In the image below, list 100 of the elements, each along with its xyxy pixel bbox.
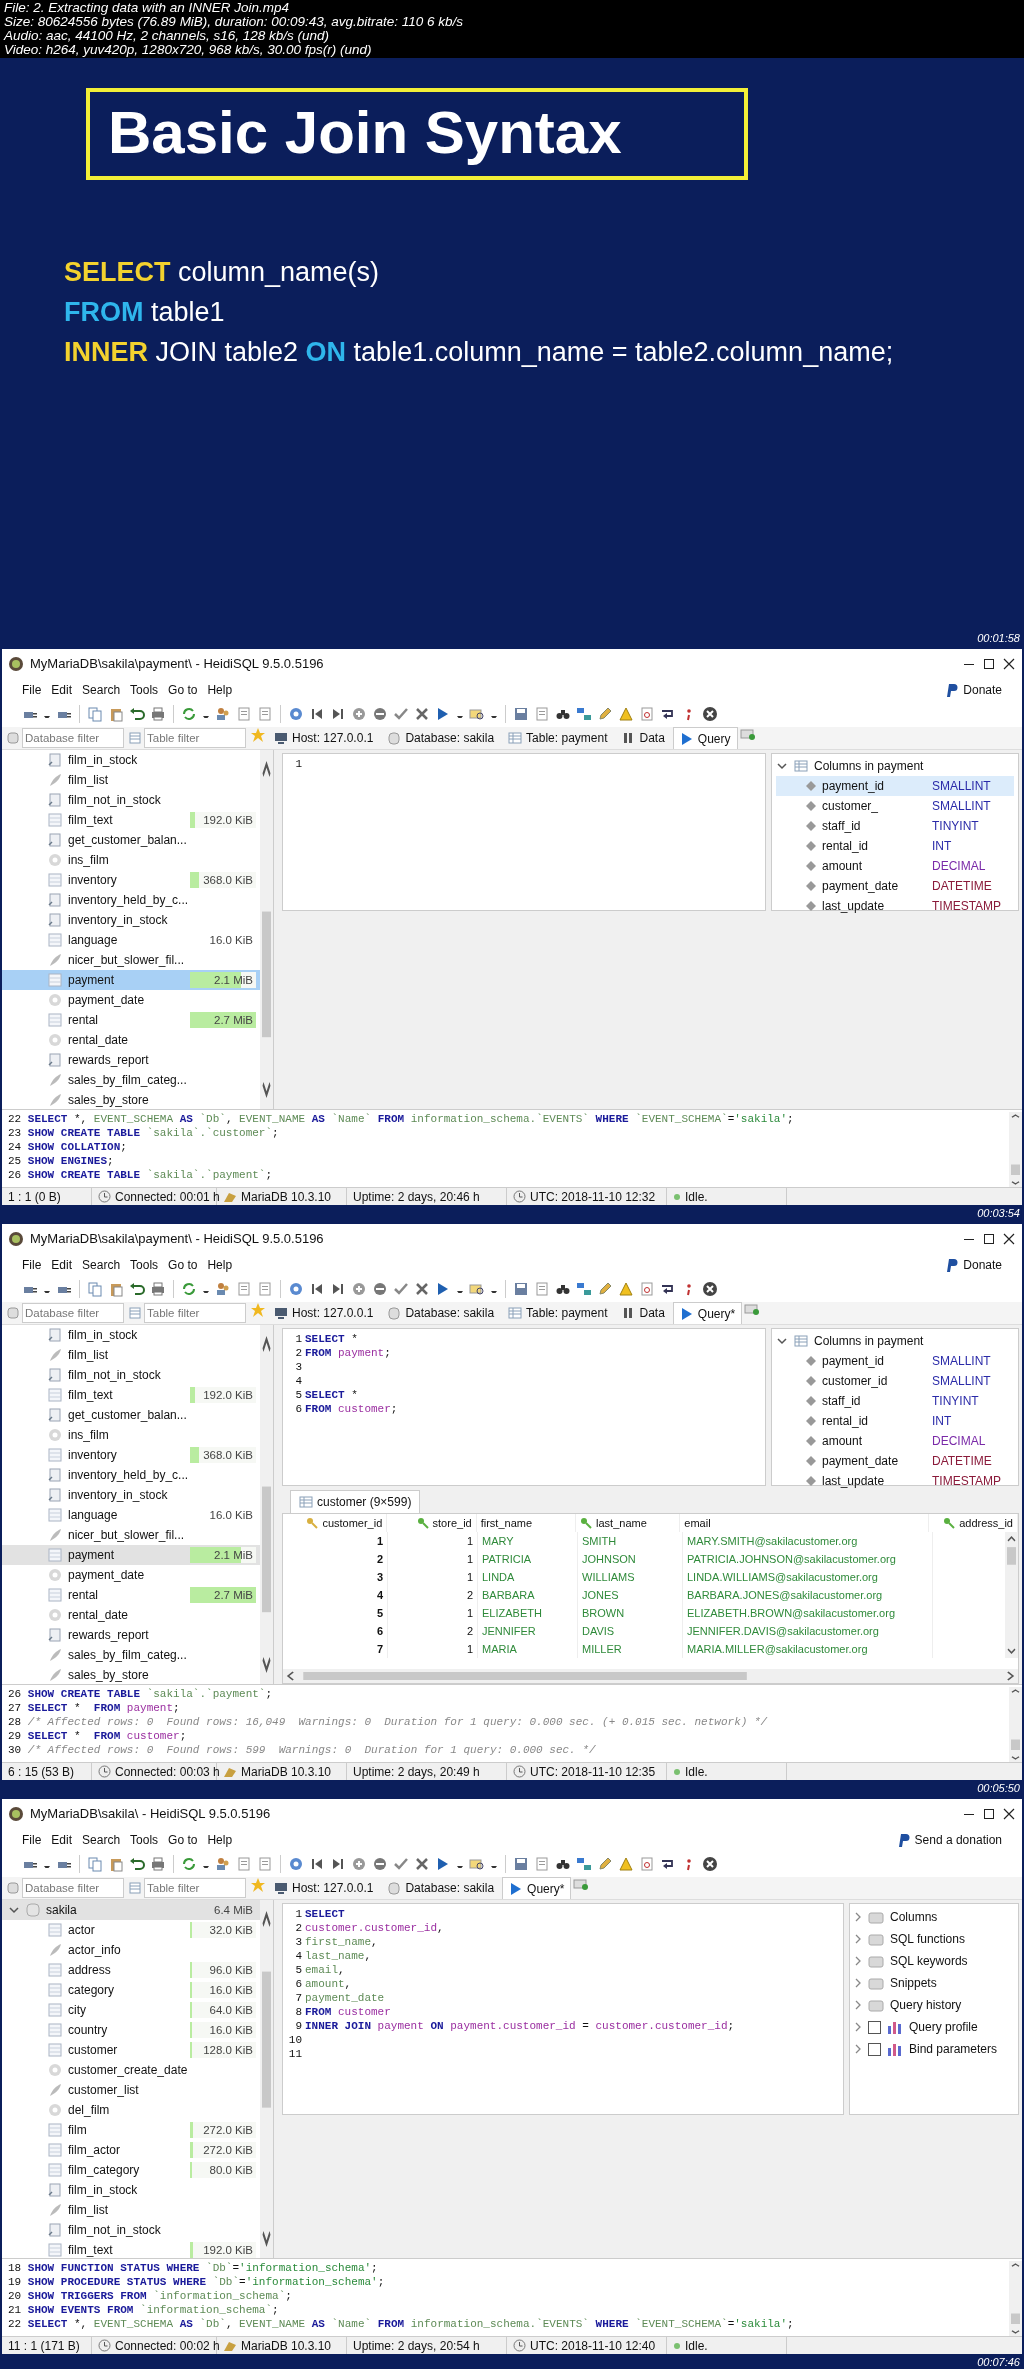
skip-back-icon[interactable] (309, 1856, 325, 1872)
column-row[interactable]: last_update TIMESTAMP (776, 1471, 1014, 1491)
object-name[interactable]: film_not_in_stock (68, 1366, 260, 1384)
tree-row[interactable]: sales_by_film_categ... (2, 1645, 260, 1665)
tree-row[interactable]: film_in_stock (2, 750, 260, 770)
tab[interactable]: Host: 127.0.0.1 (268, 1877, 380, 1899)
tab[interactable]: Query (672, 727, 738, 749)
warning-icon[interactable] (618, 706, 634, 722)
undo-icon[interactable] (129, 1856, 145, 1872)
help-icon[interactable] (288, 1856, 304, 1872)
skip-forward-icon[interactable] (330, 706, 346, 722)
tree-row[interactable]: actor 32.0 KiB (2, 1920, 260, 1940)
chevron-icon[interactable] (854, 2000, 862, 2010)
skip-forward-icon[interactable] (330, 1856, 346, 1872)
pencil-icon[interactable] (597, 1281, 613, 1297)
add-icon[interactable] (351, 706, 367, 722)
document-icon[interactable] (236, 1856, 252, 1872)
tree-row[interactable]: film_category 80.0 KiB (2, 2160, 260, 2180)
object-name[interactable]: inventory_in_stock (68, 1486, 260, 1504)
menu-item[interactable]: File (22, 1256, 42, 1274)
column-row[interactable]: rental_id INT (776, 836, 1014, 856)
column-row[interactable]: payment_date DATETIME (776, 1451, 1014, 1471)
donate-link[interactable]: Send a donation (914, 1831, 1002, 1849)
tree-row[interactable]: nicer_but_slower_fil... (2, 1525, 260, 1545)
new-tab-icon[interactable] (739, 727, 756, 741)
column-row[interactable]: customer_id SMALLINT (776, 1371, 1014, 1391)
pencil-icon[interactable] (597, 1856, 613, 1872)
menu-item[interactable]: Go to (168, 681, 198, 699)
menu-item[interactable]: Search (82, 1256, 121, 1274)
checkbox[interactable] (868, 2042, 881, 2056)
add-icon[interactable] (351, 1281, 367, 1297)
helper-item[interactable]: Snippets (890, 1974, 937, 1992)
refresh-icon[interactable] (181, 706, 197, 722)
column-name[interactable]: last_update (822, 897, 926, 915)
tree-row[interactable]: get_customer_balan... (2, 830, 260, 850)
check-icon[interactable] (393, 1281, 409, 1297)
menu-item[interactable]: Search (82, 681, 121, 699)
menu-item[interactable]: Help (207, 1256, 233, 1274)
column-name[interactable]: payment_date (822, 1452, 926, 1470)
object-name[interactable]: film_category (68, 2161, 185, 2179)
chevron-icon[interactable] (854, 1912, 862, 1922)
stop-icon[interactable] (702, 1856, 718, 1872)
document-icon[interactable] (534, 706, 550, 722)
menu-item[interactable]: Help (207, 1831, 233, 1849)
printer-icon[interactable] (150, 706, 166, 722)
tree-row[interactable]: film_list (2, 1345, 260, 1365)
object-name[interactable]: city (68, 2001, 185, 2019)
object-name[interactable]: del_film (68, 2101, 260, 2119)
tree-row[interactable]: payment 2.1 MiB (2, 970, 260, 990)
object-name[interactable]: film_text (68, 811, 185, 829)
donate-link[interactable]: Donate (963, 681, 1002, 699)
tree-row[interactable]: film_not_in_stock (2, 2220, 260, 2240)
object-name[interactable]: film_not_in_stock (68, 2221, 260, 2239)
result-tab[interactable]: customer (9×599) (290, 1490, 421, 1513)
object-name[interactable]: rental_date (68, 1031, 260, 1049)
column-row[interactable]: customer_ SMALLINT (776, 796, 1014, 816)
column-row[interactable]: amount DECIMAL (776, 1431, 1014, 1451)
tree-row[interactable]: get_customer_balan... (2, 1405, 260, 1425)
object-name[interactable]: film_text (68, 2241, 185, 2258)
pencil-icon[interactable] (597, 706, 613, 722)
tree-row[interactable]: customer_create_date (2, 2060, 260, 2080)
save-icon[interactable] (513, 706, 529, 722)
tree-row[interactable]: film_text 192.0 KiB (2, 810, 260, 830)
check-icon[interactable] (393, 1856, 409, 1872)
scrollbar[interactable] (260, 1900, 273, 2258)
tree-row[interactable]: sakila 6.4 MiB (2, 1900, 260, 1920)
tree-row[interactable]: film_actor 272.0 KiB (2, 2140, 260, 2160)
helper-item[interactable]: Bind parameters (909, 2040, 998, 2058)
object-name[interactable]: film (68, 2121, 185, 2139)
object-name[interactable]: sakila (46, 1901, 185, 1919)
tree-row[interactable]: film_text 192.0 KiB (2, 1385, 260, 1405)
new-tab-icon[interactable] (573, 1877, 590, 1891)
chevron-icon[interactable] (854, 2044, 862, 2054)
object-name[interactable]: rental_date (68, 1606, 260, 1624)
help-icon[interactable] (288, 706, 304, 722)
find-icon[interactable] (469, 1281, 485, 1297)
star-icon[interactable] (250, 727, 266, 743)
tab[interactable]: Query* (502, 1877, 572, 1899)
scrollbar[interactable] (283, 1669, 1018, 1683)
chevron-icon[interactable] (8, 1904, 20, 1916)
object-name[interactable]: inventory_held_by_c... (68, 891, 260, 909)
object-name[interactable]: sales_by_film_categ... (68, 1646, 260, 1664)
tree-row[interactable]: film_in_stock (2, 2180, 260, 2200)
menu-item[interactable]: Go to (168, 1256, 198, 1274)
tab[interactable]: Database: sakila (381, 727, 501, 749)
object-name[interactable]: rental (68, 1586, 185, 1604)
tree-row[interactable]: inventory_held_by_c... (2, 1465, 260, 1485)
object-name[interactable]: get_customer_balan... (68, 831, 260, 849)
clipboard-icon[interactable] (108, 1281, 124, 1297)
printer-icon[interactable] (150, 1856, 166, 1872)
refresh-icon[interactable] (181, 1856, 197, 1872)
tree-row[interactable]: rewards_report (2, 1625, 260, 1645)
cross-icon[interactable] (414, 1281, 430, 1297)
tree-row[interactable]: language 16.0 KiB (2, 1505, 260, 1525)
copy-icon[interactable] (87, 1856, 103, 1872)
filter-field[interactable]: Table filter (144, 1878, 246, 1898)
copy-icon[interactable] (87, 706, 103, 722)
save-icon[interactable] (513, 1856, 529, 1872)
tree-row[interactable]: language 16.0 KiB (2, 930, 260, 950)
tree-row[interactable]: inventory_in_stock (2, 910, 260, 930)
